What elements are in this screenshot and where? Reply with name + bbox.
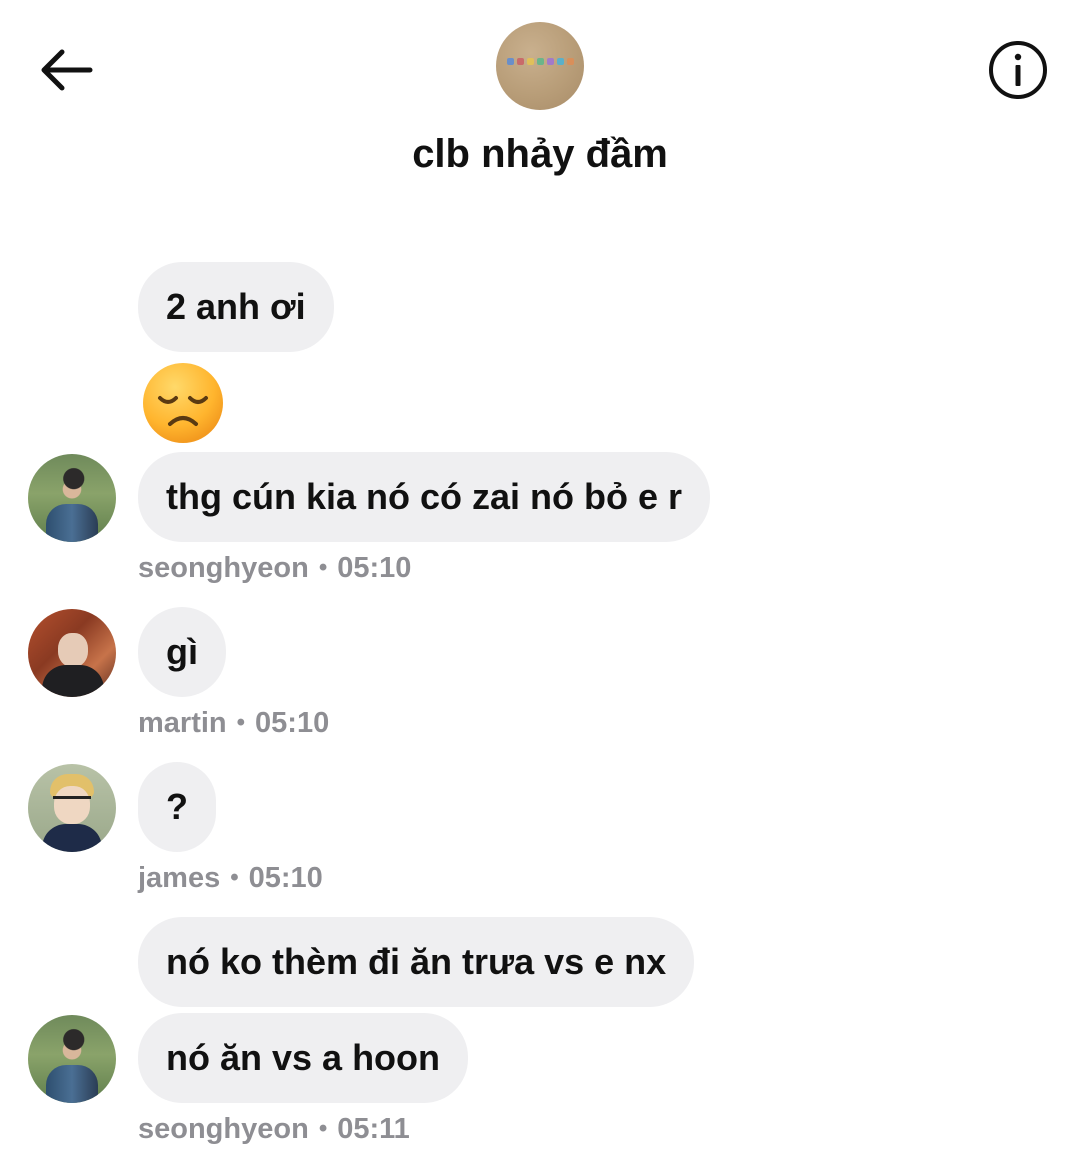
info-circle-icon	[989, 41, 1047, 99]
back-button[interactable]	[30, 40, 100, 100]
message-time: 05:10	[337, 552, 412, 584]
message-time: 05:11	[337, 1113, 410, 1145]
sender-name: seonghyeon	[138, 552, 309, 584]
message-bubble[interactable]: 2 anh ơi	[138, 262, 334, 352]
message-bubble[interactable]: gì	[138, 607, 226, 697]
group-avatar-decoration	[504, 58, 576, 65]
message-bubble[interactable]: nó ko thèm đi ăn trưa vs e nx	[138, 917, 695, 1007]
message-time: 05:10	[255, 707, 330, 739]
message-bubble[interactable]: nó ăn vs a hoon	[138, 1013, 469, 1103]
message-bubble[interactable]: ?	[138, 762, 216, 852]
message-meta: james • 05:10	[138, 862, 323, 894]
disappointed-face-icon	[143, 363, 223, 443]
avatar-martin[interactable]	[28, 609, 116, 697]
sender-name: martin	[138, 707, 227, 739]
avatar-seonghyeon[interactable]	[28, 454, 116, 542]
message-meta: martin • 05:10	[138, 707, 330, 739]
message-meta: seonghyeon • 05:10	[138, 552, 412, 584]
message-meta: seonghyeon • 05:11	[138, 1113, 410, 1145]
sender-name: james	[138, 862, 221, 894]
info-button[interactable]	[986, 38, 1050, 102]
avatar-james[interactable]	[28, 764, 116, 852]
sender-name: seonghyeon	[138, 1113, 309, 1145]
group-avatar[interactable]	[496, 22, 584, 110]
arrow-left-icon	[41, 49, 93, 91]
disappointed-face-emoji[interactable]	[142, 362, 224, 444]
message-bubble[interactable]: thg cún kia nó có zai nó bỏ e r	[138, 452, 711, 542]
avatar-seonghyeon[interactable]	[28, 1015, 116, 1103]
message-time: 05:10	[248, 862, 323, 894]
chat-title: clb nhảy đầm	[412, 132, 668, 176]
